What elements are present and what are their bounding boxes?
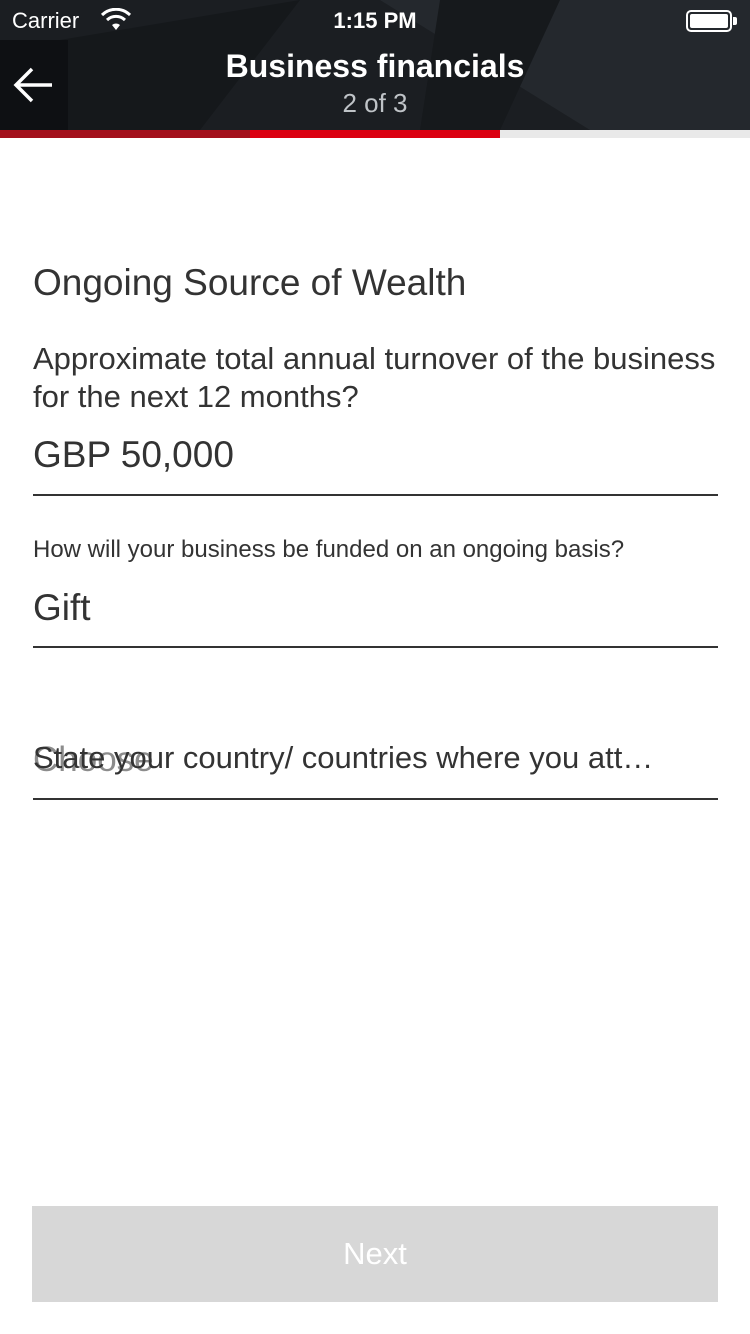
next-button[interactable]: Next — [32, 1206, 718, 1302]
status-bar: Carrier 1:15 PM — [0, 0, 750, 40]
battery-icon — [686, 10, 732, 32]
step-progress-bar — [0, 130, 750, 138]
turnover-underline — [33, 494, 718, 496]
funding-label: How will your business be funded on an o… — [33, 536, 625, 563]
country-underline — [33, 798, 718, 800]
progress-current-segment — [250, 130, 500, 138]
step-indicator: 2 of 3 — [342, 88, 408, 118]
turnover-label: Approximate total annual turnover of the… — [33, 341, 716, 414]
turnover-input[interactable]: GBP 50,000 — [33, 434, 234, 476]
battery-tip — [733, 17, 737, 25]
funding-select[interactable]: Gift — [33, 587, 91, 629]
section-title: Ongoing Source of Wealth — [33, 262, 467, 303]
country-select[interactable]: State your country/ countries where you … — [33, 740, 718, 776]
progress-completed-segment — [0, 130, 250, 138]
navigation-header: Carrier 1:15 PM Business financials 2 of… — [0, 0, 750, 130]
funding-underline — [33, 646, 718, 648]
page-title: Business financials — [225, 48, 525, 84]
status-time: 1:15 PM — [333, 8, 417, 33]
